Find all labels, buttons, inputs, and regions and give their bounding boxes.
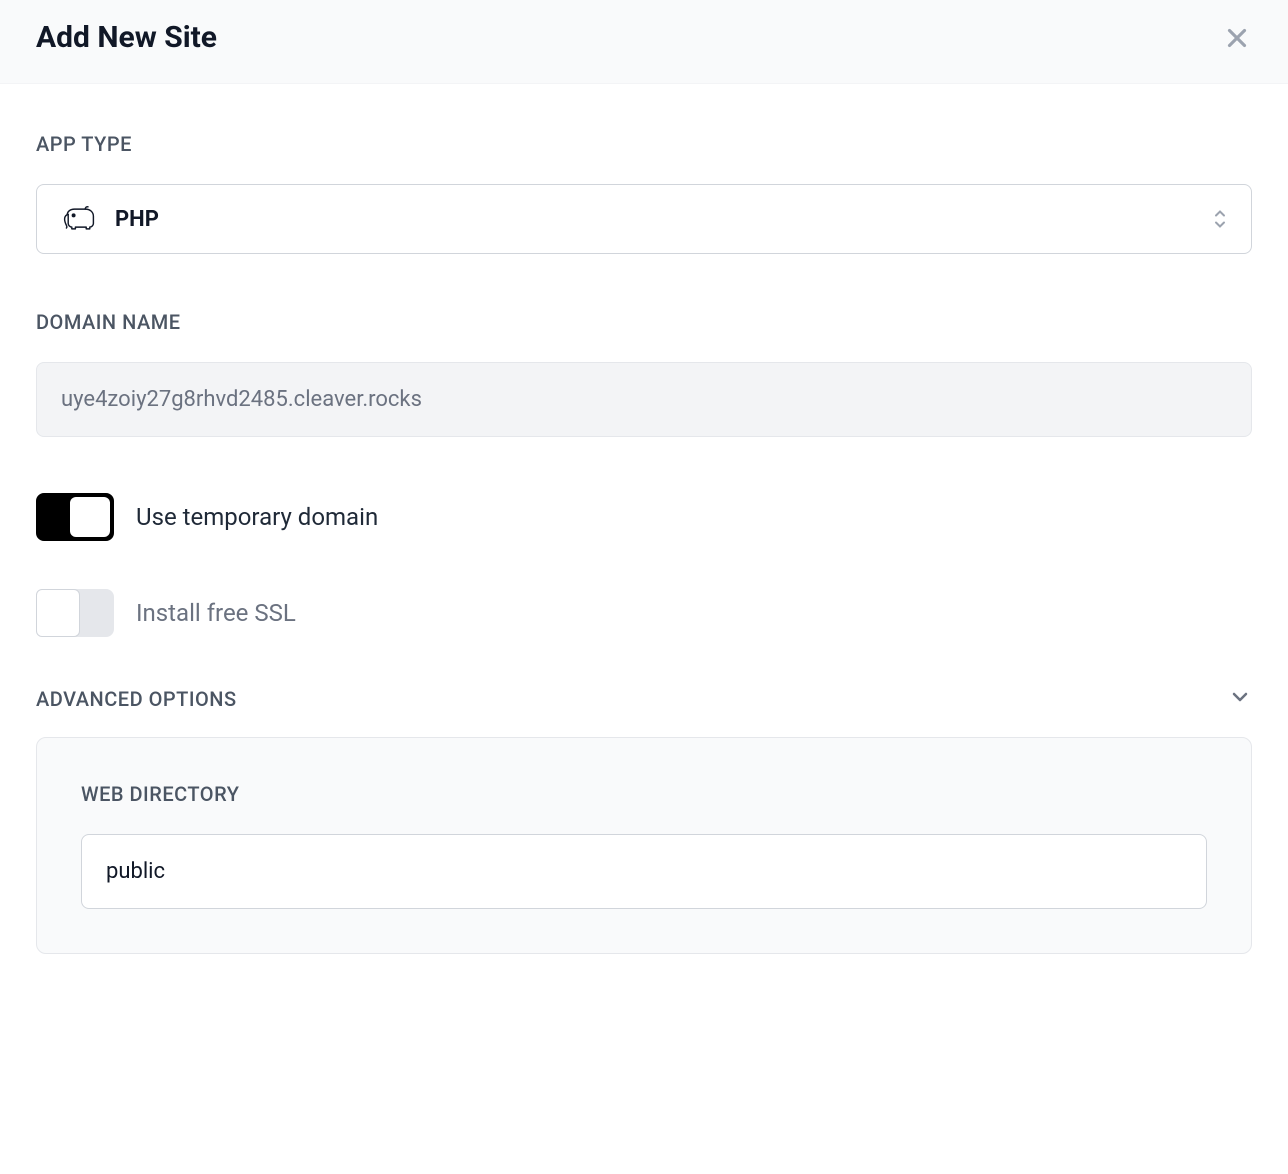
advanced-options-panel: WEB DIRECTORY	[36, 737, 1252, 954]
app-type-value: PHP	[115, 207, 159, 232]
app-type-label: APP TYPE	[36, 132, 1252, 156]
ssl-row: Install free SSL	[36, 589, 1252, 637]
ssl-label: Install free SSL	[136, 599, 296, 627]
chevron-down-icon	[1228, 685, 1252, 713]
advanced-options-header[interactable]: ADVANCED OPTIONS	[36, 685, 1252, 713]
close-icon	[1222, 23, 1252, 53]
domain-name-label: DOMAIN NAME	[36, 310, 1252, 334]
ssl-toggle[interactable]	[36, 589, 114, 637]
temp-domain-label: Use temporary domain	[136, 503, 378, 531]
app-type-select[interactable]: PHP	[36, 184, 1252, 254]
web-directory-label: WEB DIRECTORY	[81, 782, 1207, 806]
domain-name-input[interactable]	[36, 362, 1252, 437]
modal-header: Add New Site	[0, 0, 1288, 84]
advanced-options-label: ADVANCED OPTIONS	[36, 687, 237, 711]
web-directory-input[interactable]	[81, 834, 1207, 909]
close-button[interactable]	[1222, 23, 1252, 53]
php-elephant-icon	[61, 205, 97, 233]
toggle-knob	[36, 589, 80, 637]
modal-title: Add New Site	[36, 20, 217, 55]
modal-content: APP TYPE PHP DOMAIN NAME Use temporary d…	[0, 84, 1288, 954]
toggle-knob	[70, 497, 110, 537]
temp-domain-row: Use temporary domain	[36, 493, 1252, 541]
select-arrows-icon	[1213, 209, 1227, 230]
temp-domain-toggle[interactable]	[36, 493, 114, 541]
